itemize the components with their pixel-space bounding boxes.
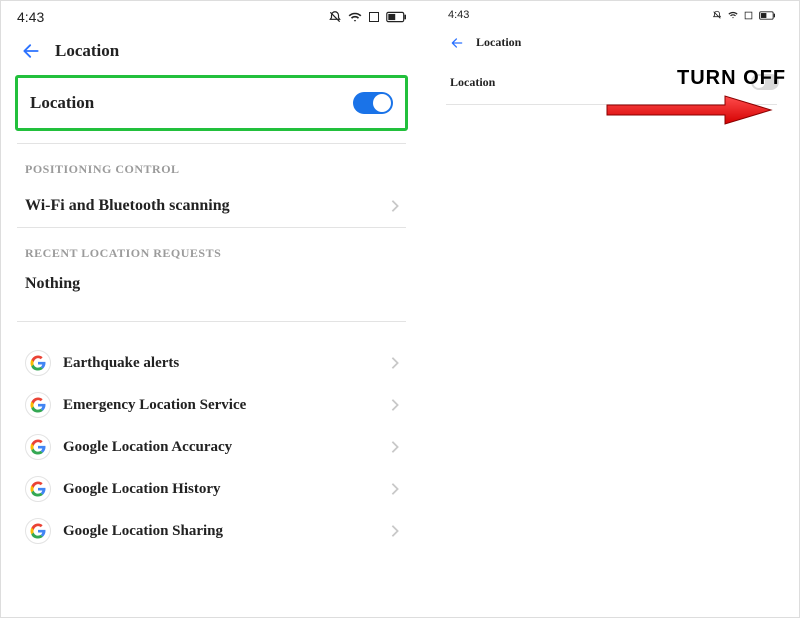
location-toggle-label: Location [450, 75, 495, 90]
status-time: 4:43 [17, 9, 44, 25]
chevron-right-icon [390, 398, 400, 412]
list-item-label: Google Location Sharing [63, 523, 378, 540]
dnd-icon [328, 10, 342, 24]
chevron-right-icon [390, 199, 400, 213]
google-g-icon [25, 518, 51, 544]
google-g-icon [25, 434, 51, 460]
status-bar: 4:43 [422, 1, 800, 25]
list-item-label: Google Location History [63, 481, 378, 498]
chevron-right-icon [390, 356, 400, 370]
dnd-icon [712, 10, 722, 20]
square-icon [744, 11, 753, 20]
divider [17, 321, 406, 322]
wifi-bluetooth-scanning-row[interactable]: Wi-Fi and Bluetooth scanning [1, 187, 422, 227]
page-header: Location [1, 29, 422, 75]
location-toggle-highlight: Location [15, 75, 408, 131]
back-arrow-icon[interactable] [21, 41, 41, 61]
chevron-right-icon [390, 440, 400, 454]
chevron-right-icon [390, 482, 400, 496]
battery-icon [759, 11, 775, 20]
page-header: Location [422, 25, 800, 60]
list-item-label: Google Location Accuracy [63, 439, 378, 456]
status-time: 4:43 [448, 9, 469, 21]
status-bar: 4:43 [1, 1, 422, 29]
list-item[interactable]: Google Location Sharing [13, 510, 410, 552]
annotation-turn-off-label: TURN OFF [677, 67, 786, 90]
google-g-icon [25, 392, 51, 418]
section-header-recent: Recent Location Requests [1, 228, 422, 271]
list-item-label: Emergency Location Service [63, 397, 378, 414]
status-icons-group [712, 10, 775, 20]
chevron-right-icon [390, 524, 400, 538]
location-toggle-label: Location [30, 93, 94, 113]
list-item-label: Earthquake alerts [63, 355, 378, 372]
wifi-icon [728, 10, 738, 20]
location-toggle-on[interactable] [353, 92, 393, 114]
google-services-list: Earthquake alerts Emergency Location Ser… [1, 338, 422, 552]
recent-location-nothing: Nothing [1, 271, 422, 309]
google-g-icon [25, 350, 51, 376]
wifi-icon [348, 10, 362, 24]
left-screenshot: 4:43 Location [1, 1, 422, 618]
section-header-positioning: Positioning Control [1, 144, 422, 187]
status-icons-group [328, 10, 406, 24]
location-toggle-row[interactable]: Location [18, 78, 405, 128]
google-g-icon [25, 476, 51, 502]
list-item[interactable]: Emergency Location Service [13, 384, 410, 426]
square-icon [368, 11, 380, 23]
back-arrow-icon[interactable] [450, 36, 464, 50]
list-item[interactable]: Google Location History [13, 468, 410, 510]
list-item[interactable]: Earthquake alerts [13, 342, 410, 384]
header-title: Location [476, 35, 521, 50]
list-item[interactable]: Google Location Accuracy [13, 426, 410, 468]
annotation-arrow-icon [605, 93, 775, 127]
header-title: Location [55, 41, 119, 61]
wifi-bluetooth-scanning-label: Wi-Fi and Bluetooth scanning [25, 197, 230, 215]
battery-icon [386, 11, 406, 23]
